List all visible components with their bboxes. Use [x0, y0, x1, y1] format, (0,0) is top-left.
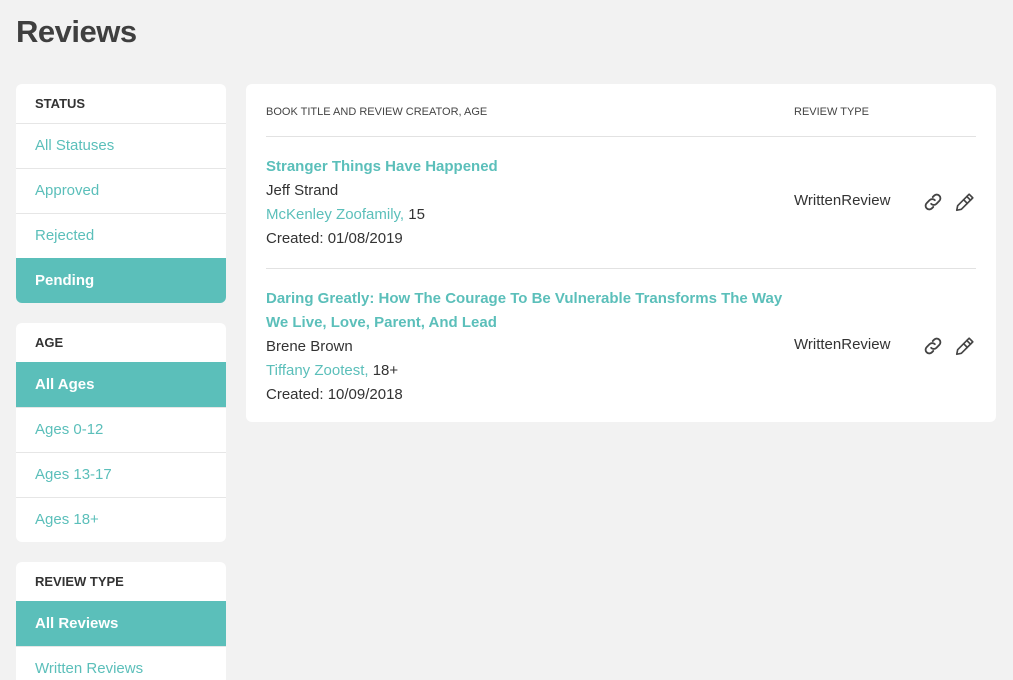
review-info: Stranger Things Have Happened Jeff Stran…: [266, 137, 786, 268]
review-type-filter-card: REVIEW TYPE All Reviews Written Reviews: [16, 562, 226, 680]
column-header-review-type: REVIEW TYPE: [794, 106, 869, 118]
status-filter-heading: STATUS: [35, 96, 86, 111]
row-actions: [922, 191, 976, 213]
link-icon[interactable]: [922, 335, 944, 357]
age-filter-0-12[interactable]: Ages 0-12: [16, 407, 226, 452]
pencil-icon[interactable]: [954, 335, 976, 357]
review-creator-link[interactable]: Tiffany Zootest,: [266, 362, 369, 379]
column-header-title: BOOK TITLE AND REVIEW CREATOR, AGE: [266, 106, 488, 118]
table-header: BOOK TITLE AND REVIEW CREATOR, AGE REVIE…: [266, 84, 976, 137]
review-created-date: Created: 10/09/2018: [266, 386, 403, 403]
age-filter-13-17[interactable]: Ages 13-17: [16, 452, 226, 497]
status-filter-approved[interactable]: Approved: [16, 168, 226, 213]
status-filter-rejected[interactable]: Rejected: [16, 213, 226, 258]
table-row: Daring Greatly: How The Courage To Be Vu…: [266, 269, 976, 424]
review-creator-age: 15: [408, 206, 425, 223]
status-filter-card: STATUS All Statuses Approved Rejected Pe…: [16, 84, 226, 303]
table-row: Stranger Things Have Happened Jeff Stran…: [266, 137, 976, 269]
reviews-table-card: BOOK TITLE AND REVIEW CREATOR, AGE REVIE…: [246, 84, 996, 422]
book-author: Jeff Strand: [266, 182, 339, 199]
review-creator-age: 18+: [372, 362, 399, 379]
link-icon[interactable]: [922, 191, 944, 213]
review-creator-link[interactable]: McKenley Zoofamily,: [266, 206, 404, 223]
status-filter-all[interactable]: All Statuses: [16, 123, 226, 168]
status-filter-pending[interactable]: Pending: [16, 258, 226, 303]
age-filter-heading: AGE: [35, 335, 64, 350]
review-creator-line: Tiffany Zootest, 18+: [266, 359, 786, 383]
review-type-filter-all[interactable]: All Reviews: [16, 601, 226, 646]
pencil-icon[interactable]: [954, 191, 976, 213]
page-title: Reviews: [16, 14, 137, 49]
age-filter-card: AGE All Ages Ages 0-12 Ages 13-17 Ages 1…: [16, 323, 226, 542]
review-created-date: Created: 01/08/2019: [266, 230, 403, 247]
age-filter-all[interactable]: All Ages: [16, 362, 226, 407]
review-info: Daring Greatly: How The Courage To Be Vu…: [266, 269, 786, 424]
row-actions: [922, 335, 976, 357]
review-creator-line: McKenley Zoofamily, 15: [266, 203, 786, 227]
review-type-value: WrittenReview: [794, 192, 891, 209]
age-filter-18-plus[interactable]: Ages 18+: [16, 497, 226, 542]
book-title-link[interactable]: Daring Greatly: How The Courage To Be Vu…: [266, 287, 786, 335]
book-title-link[interactable]: Stranger Things Have Happened: [266, 155, 786, 179]
review-type-filter-heading: REVIEW TYPE: [35, 574, 124, 589]
filter-sidebar: STATUS All Statuses Approved Rejected Pe…: [16, 84, 226, 680]
review-type-filter-written[interactable]: Written Reviews: [16, 646, 226, 680]
review-type-value: WrittenReview: [794, 336, 891, 353]
book-author: Brene Brown: [266, 338, 353, 355]
